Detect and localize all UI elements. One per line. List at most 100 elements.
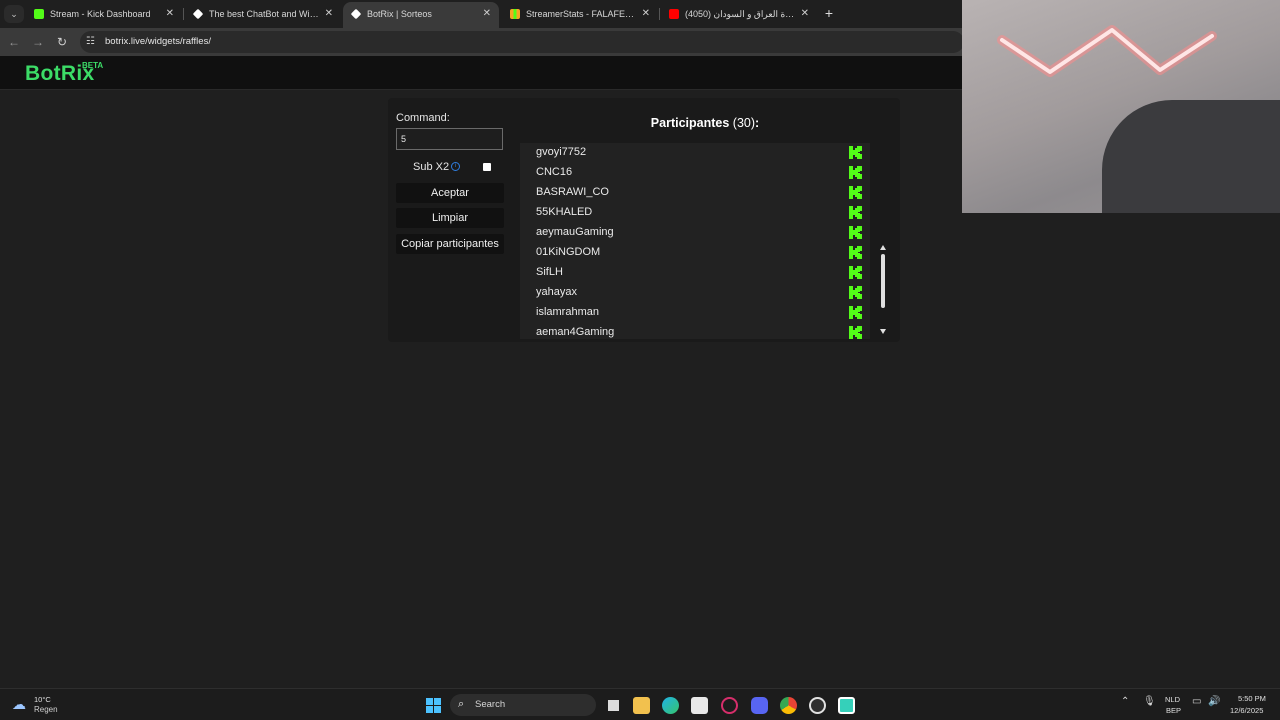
participant-row: 01KiNGDOM	[520, 243, 870, 263]
tab-title: (4050) مباراة العراق و السودان l	[685, 9, 795, 19]
botrix-favicon-icon	[350, 8, 362, 20]
reload-icon[interactable]: ↻	[54, 34, 70, 50]
youtube-favicon-icon	[669, 9, 679, 19]
participant-name: 01KiNGDOM	[536, 246, 601, 258]
tab-chatbot-widgets[interactable]: The best ChatBot and Widgets ✕	[185, 2, 341, 28]
tab-divider	[183, 8, 184, 20]
participants-list[interactable]: gvoyi7752 CNC16 BASRAWI_CO 55KHALED aeymauGa…	[520, 143, 870, 339]
close-tab-icon[interactable]: ✕	[166, 2, 174, 26]
clear-button[interactable]: Limpiar	[396, 208, 504, 228]
clock-date[interactable]: 12/6/2025	[1230, 706, 1263, 715]
sub-x2-checkbox[interactable]	[483, 163, 491, 171]
participant-row: aeman4Gaming	[520, 323, 870, 339]
address-bar[interactable]: ☷ botrix.live/widgets/raffles/	[80, 31, 964, 53]
close-tab-icon[interactable]: ✕	[325, 2, 333, 26]
kick-icon	[849, 266, 862, 279]
tab-botrix-sorteos[interactable]: BotRix | Sorteos ✕	[343, 2, 499, 28]
kick-icon	[849, 166, 862, 179]
close-tab-icon[interactable]: ✕	[801, 2, 809, 26]
url-text[interactable]: botrix.live/widgets/raffles/	[105, 31, 211, 53]
network-icon[interactable]: ▭	[1192, 696, 1201, 707]
kick-icon	[849, 326, 862, 339]
tab-title: The best ChatBot and Widgets	[209, 9, 319, 19]
participant-name: 55KHALED	[536, 206, 593, 218]
participant-name: SifLH	[536, 266, 563, 278]
kick-icon	[849, 226, 862, 239]
chrome-icon[interactable]	[780, 697, 797, 714]
participants-title: Participantes	[650, 116, 730, 130]
close-tab-icon[interactable]: ✕	[483, 2, 491, 26]
tab-kick-dashboard[interactable]: Stream - Kick Dashboard ✕	[26, 2, 182, 28]
site-settings-icon[interactable]: ☷	[86, 35, 98, 49]
participants-count: (30)	[732, 116, 756, 130]
taskbar-search[interactable]: ⌕ Search	[450, 694, 596, 716]
tab-divider	[659, 8, 660, 20]
participant-name: yahayax	[536, 286, 577, 298]
microphone-icon[interactable]: 🎙	[1143, 696, 1156, 707]
edge-browser-icon[interactable]	[662, 697, 679, 714]
participants-scrollbar[interactable]	[881, 254, 885, 308]
weather-temperature[interactable]: 10°C	[34, 695, 51, 704]
participant-name: gvoyi7752	[536, 146, 587, 158]
clock-time[interactable]: 5:50 PM	[1238, 694, 1266, 703]
kick-icon	[849, 306, 862, 319]
microsoft-store-icon[interactable]	[691, 697, 708, 714]
info-icon[interactable]: i	[451, 162, 460, 171]
show-hidden-icons-chevron-icon[interactable]: ⌃	[1121, 696, 1129, 707]
participant-row: 55KHALED	[520, 203, 870, 223]
opera-gx-icon[interactable]	[721, 697, 738, 714]
tab-title: BotRix | Sorteos	[367, 9, 432, 19]
kick-icon	[849, 186, 862, 199]
participant-row: gvoyi7752	[520, 143, 870, 163]
kick-icon	[849, 206, 862, 219]
windows-taskbar: ☁ 10°C Regen ⌕ Search ⌃ 🎙 NLD BEP ▭ 🔊 5:…	[0, 688, 1280, 720]
botrix-favicon-icon	[192, 8, 204, 20]
tab-streamerstats[interactable]: StreamerStats - FALAFELCO Pro ✕	[502, 2, 658, 28]
webcam-overlay	[962, 0, 1280, 213]
new-tab-button[interactable]: +	[820, 4, 838, 22]
discord-icon[interactable]	[751, 697, 768, 714]
scroll-down-arrow-icon[interactable]	[880, 329, 886, 334]
participants-colon: :	[755, 116, 760, 130]
participant-name: CNC16	[536, 166, 573, 178]
tab-youtube[interactable]: (4050) مباراة العراق و السودان l ✕	[661, 2, 817, 28]
participants-heading: Participantes (30):	[520, 116, 890, 130]
task-view-icon[interactable]	[605, 697, 622, 714]
search-placeholder: Search	[475, 699, 506, 710]
app-icon[interactable]	[838, 697, 855, 714]
rain-cloud-icon[interactable]: ☁	[12, 697, 30, 711]
volume-icon[interactable]: 🔊	[1208, 696, 1220, 707]
keyboard-layout[interactable]: BEP	[1166, 706, 1181, 715]
command-input[interactable]	[396, 128, 503, 150]
obs-studio-icon[interactable]	[809, 697, 826, 714]
scroll-up-arrow-icon[interactable]	[880, 245, 886, 250]
participant-row: yahayax	[520, 283, 870, 303]
windows-start-icon[interactable]	[426, 698, 441, 713]
command-label: Command:	[396, 112, 450, 124]
tab-title: StreamerStats - FALAFELCO Pro	[526, 9, 636, 19]
back-arrow-icon[interactable]: ←	[6, 34, 22, 50]
close-tab-icon[interactable]: ✕	[642, 2, 650, 26]
file-explorer-icon[interactable]	[633, 697, 650, 714]
kick-icon	[849, 286, 862, 299]
participant-name: islamrahman	[536, 306, 599, 318]
copy-participants-button[interactable]: Copiar participantes	[396, 234, 504, 254]
weather-condition[interactable]: Regen	[34, 705, 58, 714]
participant-row: BASRAWI_CO	[520, 183, 870, 203]
accept-button[interactable]: Aceptar	[396, 183, 504, 203]
participant-row: CNC16	[520, 163, 870, 183]
participant-name: aeymauGaming	[536, 226, 614, 238]
tab-search-menu-button[interactable]: ⌄	[4, 5, 24, 23]
raffle-panel: Command: Sub X2 i Aceptar Limpiar Copiar…	[388, 98, 900, 342]
participant-row: aeymauGaming	[520, 223, 870, 243]
participant-row: SifLH	[520, 263, 870, 283]
search-icon: ⌕	[458, 698, 465, 710]
forward-arrow-icon[interactable]: →	[30, 34, 46, 50]
tab-title: Stream - Kick Dashboard	[50, 9, 151, 19]
participant-name: BASRAWI_CO	[536, 186, 609, 198]
beta-badge: BETA	[82, 61, 104, 70]
stats-favicon-icon	[510, 9, 520, 19]
kick-icon	[849, 146, 862, 159]
participant-row: islamrahman	[520, 303, 870, 323]
language-code[interactable]: NLD	[1165, 695, 1180, 704]
